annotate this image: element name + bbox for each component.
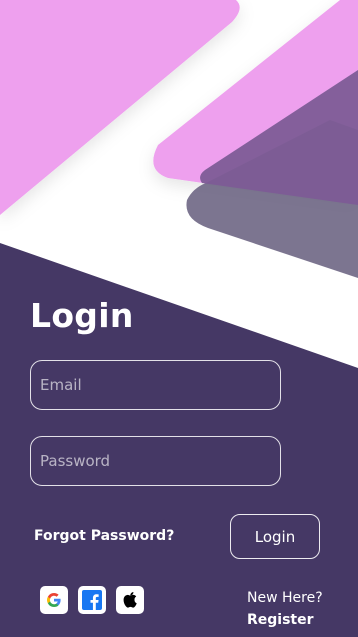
apple-login-button[interactable] [116,586,144,614]
login-button[interactable]: Login [230,514,320,559]
register-prompt: New Here? Register [247,587,323,631]
facebook-login-button[interactable] [78,586,106,614]
google-login-button[interactable] [40,586,68,614]
register-link[interactable]: Register [247,609,323,631]
google-icon [47,592,61,607]
password-field[interactable] [30,436,281,486]
apple-icon [123,592,137,608]
forgot-password-link[interactable]: Forgot Password? [34,528,174,544]
facebook-icon [82,590,102,610]
login-screen: Login Forgot Password? Login New Here? R… [0,0,358,637]
email-field[interactable] [30,360,281,410]
page-title: Login [30,296,134,335]
new-here-label: New Here? [247,590,323,606]
